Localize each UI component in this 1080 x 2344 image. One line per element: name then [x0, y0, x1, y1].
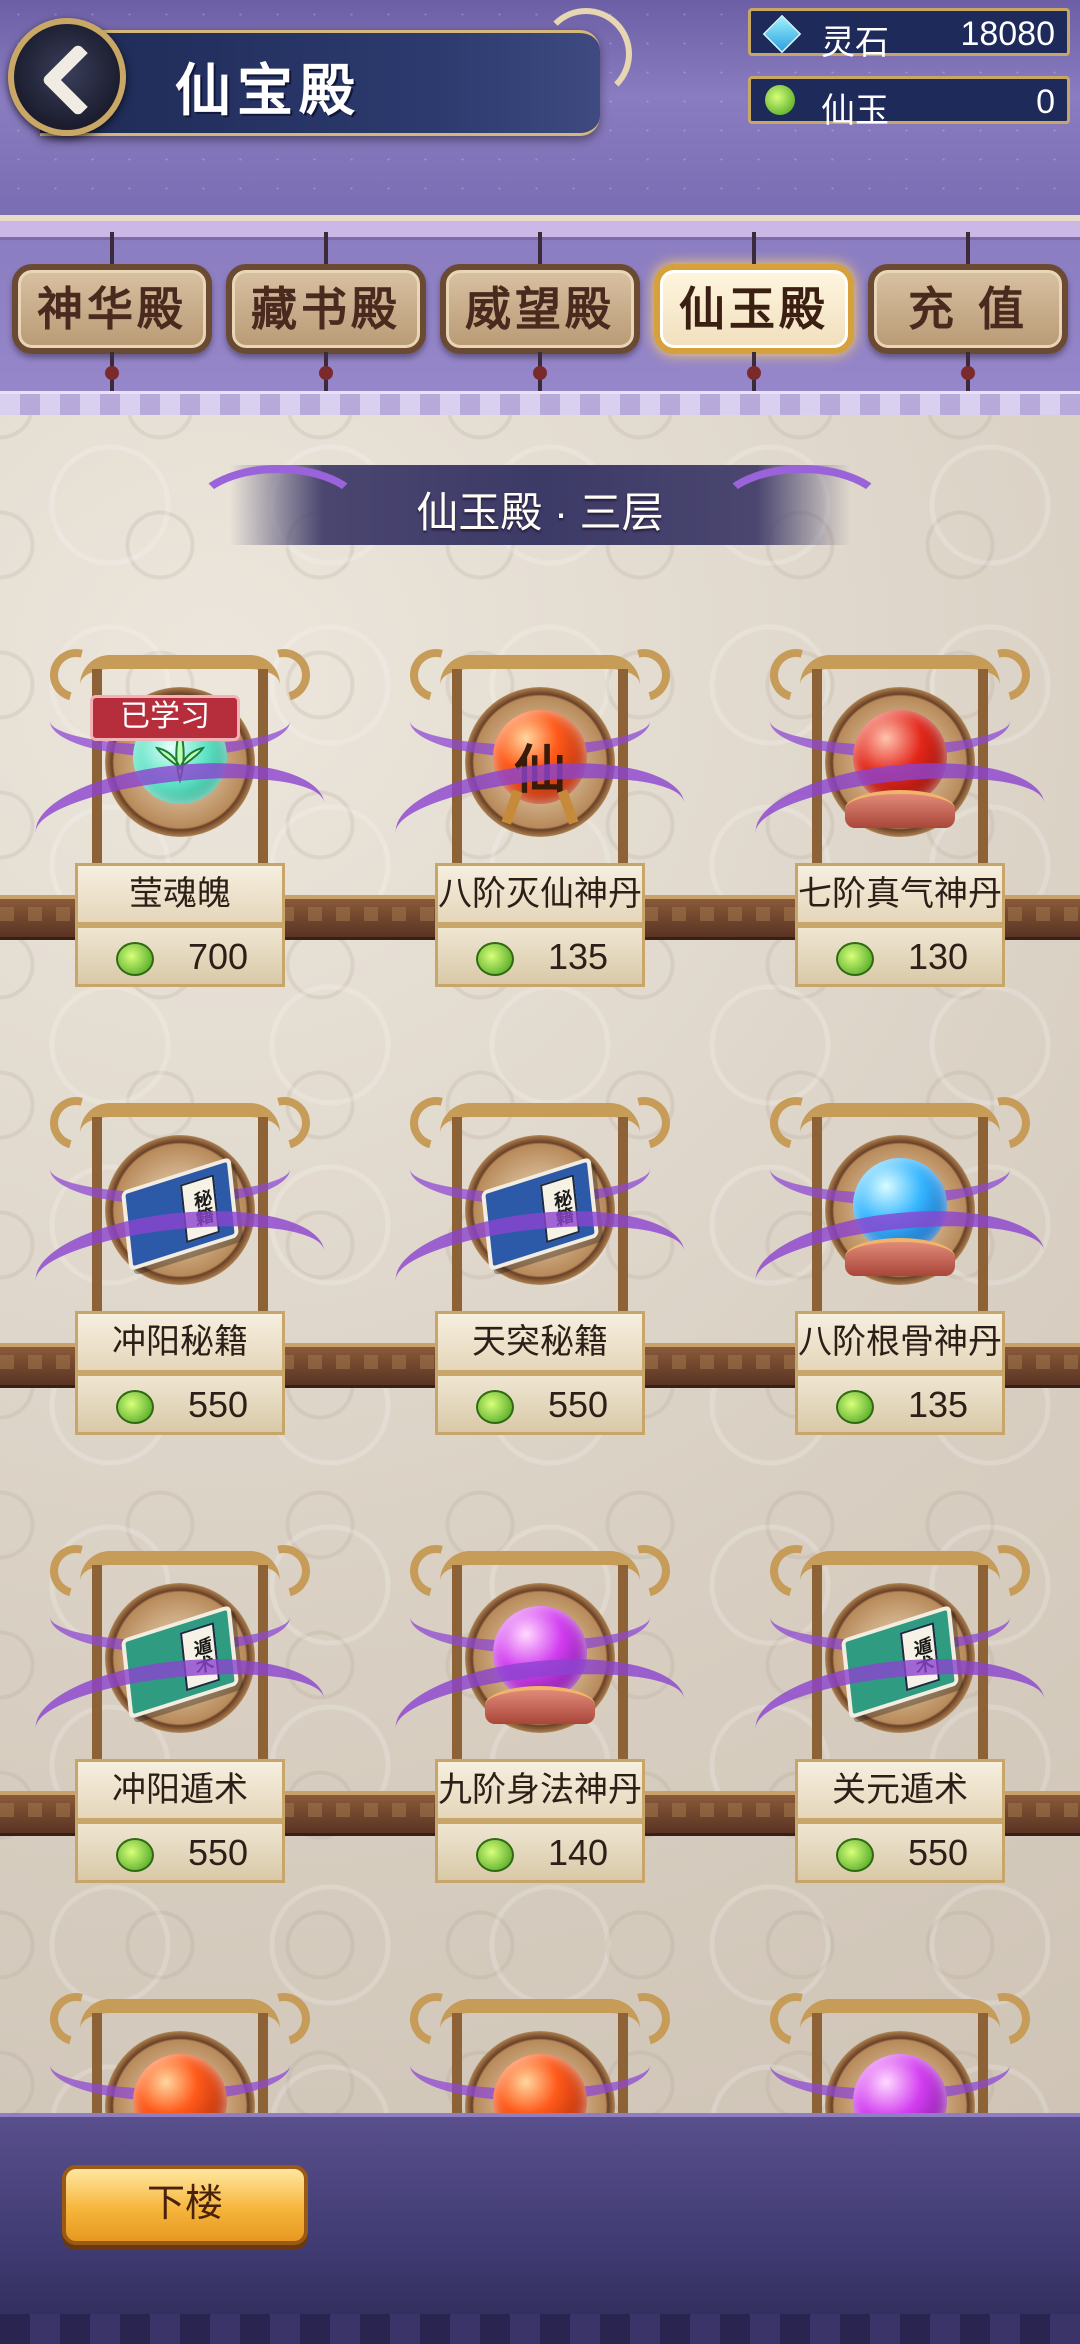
shop-item[interactable]: 遁术 冲阳遁术 550 — [30, 1551, 330, 1931]
learned-badge: 已学习 — [90, 695, 240, 741]
shop-item[interactable]: 八阶根骨神丹 135 — [750, 1103, 1050, 1483]
shop-item[interactable]: 遁术 关元遁术 550 — [750, 1551, 1050, 1931]
item-art — [485, 2054, 595, 2113]
tab-hook — [110, 232, 114, 264]
shop-item-partial[interactable] — [30, 1999, 330, 2113]
jade-icon — [116, 942, 154, 976]
violet-pill-orb-icon — [853, 2054, 947, 2113]
top-header: 仙宝殿 灵石 18080 仙玉 0 — [0, 0, 1080, 215]
tab-hook — [752, 232, 756, 264]
jade-icon — [836, 1838, 874, 1872]
item-price: 550 — [547, 1384, 609, 1425]
shop-item[interactable]: 七阶真气神丹 130 — [750, 655, 1050, 1035]
item-price: 135 — [547, 936, 609, 977]
item-price: 550 — [187, 1384, 249, 1425]
shop-content[interactable]: 仙玉殿 · 三层 已学习 莹魂魄 700 仙 八阶灭仙神丹 135 七阶真气神丹… — [0, 415, 1080, 2113]
item-price: 140 — [547, 1832, 609, 1873]
item-price-tag: 135 — [795, 1373, 1005, 1435]
item-art — [125, 2054, 235, 2113]
item-name: 关元遁术 — [795, 1759, 1005, 1821]
spirit-stone-counter: 灵石 18080 — [748, 8, 1070, 62]
item-name: 八阶根骨神丹 — [795, 1311, 1005, 1373]
currency-label: 灵石 — [821, 24, 889, 62]
item-art — [845, 2054, 955, 2113]
item-price: 550 — [187, 1832, 249, 1873]
item-price: 135 — [907, 1384, 969, 1425]
item-name: 天突秘籍 — [435, 1311, 645, 1373]
tab-label: 藏书殿 — [251, 282, 401, 336]
cloud-ornament — [540, 8, 632, 100]
tab-shenhua-hall[interactable]: 神华殿 — [12, 232, 212, 398]
item-price-tag: 550 — [75, 1373, 285, 1435]
item-price-tag: 135 — [435, 925, 645, 987]
tab-label: 神华殿 — [37, 282, 187, 336]
item-price: 700 — [187, 936, 249, 977]
red-pill-orb-icon — [133, 2054, 227, 2113]
go-downstairs-button[interactable]: 下楼 — [62, 2165, 308, 2245]
jade-icon — [836, 942, 874, 976]
tab-hook — [966, 232, 970, 264]
red-pill-orb-icon — [493, 2054, 587, 2113]
tab-label: 充 值 — [907, 282, 1028, 336]
item-name: 冲阳遁术 — [75, 1759, 285, 1821]
jade-icon — [116, 1390, 154, 1424]
tab-hook — [538, 232, 542, 264]
item-price: 550 — [907, 1832, 969, 1873]
shop-item[interactable]: 九阶身法神丹 140 — [390, 1551, 690, 1931]
item-price-tag: 700 — [75, 925, 285, 987]
tab-prestige-hall[interactable]: 威望殿 — [440, 232, 640, 398]
currency-label: 仙玉 — [821, 92, 889, 130]
shop-item[interactable]: 已学习 莹魂魄 700 — [30, 655, 330, 1035]
tab-label: 威望殿 — [465, 282, 615, 336]
currency-value: 0 — [1036, 83, 1055, 121]
hall-tab-strip: 神华殿 藏书殿 威望殿 仙玉殿 充 值 — [0, 215, 1080, 421]
tab-hook — [324, 232, 328, 264]
tab-jade-hall[interactable]: 仙玉殿 — [654, 232, 854, 398]
page-title: 仙宝殿 — [175, 58, 361, 124]
shop-item[interactable]: 秘籍 天突秘籍 550 — [390, 1103, 690, 1483]
item-price: 130 — [907, 936, 969, 977]
back-arrow-icon — [41, 43, 115, 117]
jade-icon — [476, 1838, 514, 1872]
tab-library-hall[interactable]: 藏书殿 — [226, 232, 426, 398]
jade-icon — [476, 942, 514, 976]
jade-icon — [765, 85, 795, 115]
tab-recharge[interactable]: 充 值 — [868, 232, 1068, 398]
item-name: 九阶身法神丹 — [435, 1759, 645, 1821]
item-price-tag: 130 — [795, 925, 1005, 987]
jade-icon — [116, 1838, 154, 1872]
back-button[interactable] — [8, 18, 126, 136]
currency-value: 18080 — [960, 15, 1055, 53]
shop-item-partial[interactable] — [390, 1999, 690, 2113]
shop-item-partial[interactable] — [750, 1999, 1050, 2113]
item-price-tag: 550 — [795, 1821, 1005, 1883]
spirit-stone-icon — [762, 14, 802, 54]
item-name: 七阶真气神丹 — [795, 863, 1005, 925]
tab-label: 仙玉殿 — [679, 282, 829, 336]
item-price-tag: 550 — [435, 1373, 645, 1435]
item-name: 莹魂魄 — [75, 863, 285, 925]
jade-icon — [476, 1390, 514, 1424]
item-name: 冲阳秘籍 — [75, 1311, 285, 1373]
item-price-tag: 140 — [435, 1821, 645, 1883]
item-price-tag: 550 — [75, 1821, 285, 1883]
jade-counter: 仙玉 0 — [748, 76, 1070, 130]
shop-item[interactable]: 仙 八阶灭仙神丹 135 — [390, 655, 690, 1035]
floor-title: 仙玉殿 · 三层 — [416, 489, 664, 536]
item-name: 八阶灭仙神丹 — [435, 863, 645, 925]
jade-icon — [836, 1390, 874, 1424]
shop-item[interactable]: 秘籍 冲阳秘籍 550 — [30, 1103, 330, 1483]
